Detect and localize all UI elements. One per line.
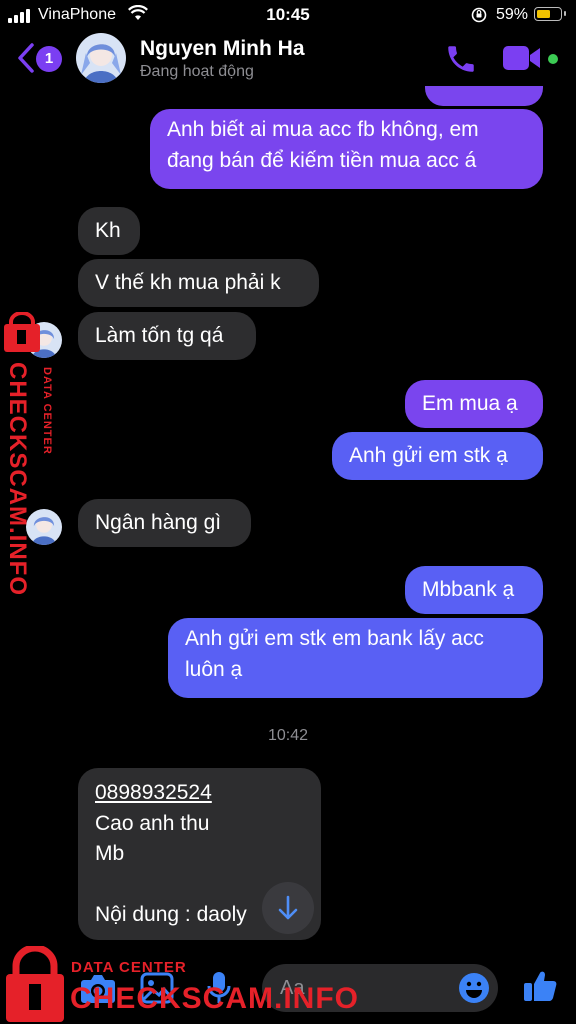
message-bubble-outgoing[interactable]: Anh gửi em stk em bank lấy acc luôn ạ xyxy=(168,618,543,698)
phone-icon[interactable] xyxy=(444,42,478,76)
message-text: Anh gửi em stk ạ xyxy=(349,444,508,467)
chevron-left-icon[interactable] xyxy=(16,42,36,74)
message-text: Mb xyxy=(95,842,125,865)
unread-badge[interactable]: 1 xyxy=(36,46,62,72)
thumbs-up-icon[interactable] xyxy=(522,968,558,1004)
message-bubble-incoming[interactable]: Kh xyxy=(78,207,140,255)
message-text: Cao anh thu xyxy=(95,811,210,835)
message-text: Anh biết ai mua acc fb không, em xyxy=(167,118,479,141)
status-bar: VinaPhone 10:45 59% xyxy=(0,0,576,30)
arrow-down-icon xyxy=(278,895,298,920)
message-bubble-incoming[interactable]: Làm tốn tg qá xyxy=(78,312,256,360)
battery-icon xyxy=(534,7,566,21)
message-timestamp: 10:42 xyxy=(267,727,309,744)
message-text: Mbbank ạ xyxy=(422,578,515,601)
watermark-text: CHECKSCAM.INFO xyxy=(70,982,359,1015)
padlock-icon xyxy=(4,312,40,352)
smiley-icon[interactable] xyxy=(458,972,490,1004)
battery-percent: 59% xyxy=(496,6,529,23)
message-text: Em mua ạ xyxy=(422,392,518,415)
message-bubble-incoming[interactable]: V thế kh mua phải k xyxy=(78,259,319,307)
message-bubble-outgoing[interactable]: Em mua ạ xyxy=(405,380,543,428)
watermark-text: CHECKSCAM.INFO xyxy=(4,362,31,596)
scroll-to-bottom-button[interactable] xyxy=(262,882,314,934)
message-text: đang bán để kiếm tiền mua acc á xyxy=(167,149,477,172)
message-text: V thế kh mua phải k xyxy=(95,271,281,294)
contact-avatar[interactable] xyxy=(76,33,126,83)
contact-status: Đang hoạt động xyxy=(140,63,254,80)
padlock-icon xyxy=(6,946,64,1022)
message-text: Kh xyxy=(95,219,121,242)
message-bubble-outgoing[interactable]: Mbbank ạ xyxy=(405,566,543,614)
video-camera-icon[interactable] xyxy=(502,44,542,72)
watermark-text: DATA CENTER xyxy=(71,959,187,976)
phone-number-link[interactable]: 0898932524 xyxy=(95,778,304,809)
message-text: luôn ạ xyxy=(185,658,243,681)
clock: 10:45 xyxy=(266,5,310,24)
conversation-header: 1 Nguyen Minh Ha Đang hoạt động xyxy=(0,30,576,86)
message-text: Anh gửi em stk em bank lấy acc xyxy=(185,627,484,650)
message-text: Ngân hàng gì xyxy=(95,511,222,534)
contact-name[interactable]: Nguyen Minh Ha xyxy=(140,37,305,61)
watermark-text: DATA CENTER xyxy=(41,367,53,455)
message-text: Làm tốn tg qá xyxy=(95,324,224,347)
message-bubble-outgoing[interactable]: Anh biết ai mua acc fb không, em đang bá… xyxy=(150,109,543,189)
message-bubble-incoming[interactable]: Ngân hàng gì xyxy=(78,499,251,547)
watermark-side: DATA CENTER CHECKSCAM.INFO xyxy=(0,312,64,602)
orientation-lock-icon xyxy=(471,7,487,23)
message-bubble-outgoing[interactable]: Anh gửi em stk ạ xyxy=(332,432,543,480)
online-indicator xyxy=(548,54,558,64)
watermark-bottom: DATA CENTER CHECKSCAM.INFO xyxy=(0,944,358,1024)
